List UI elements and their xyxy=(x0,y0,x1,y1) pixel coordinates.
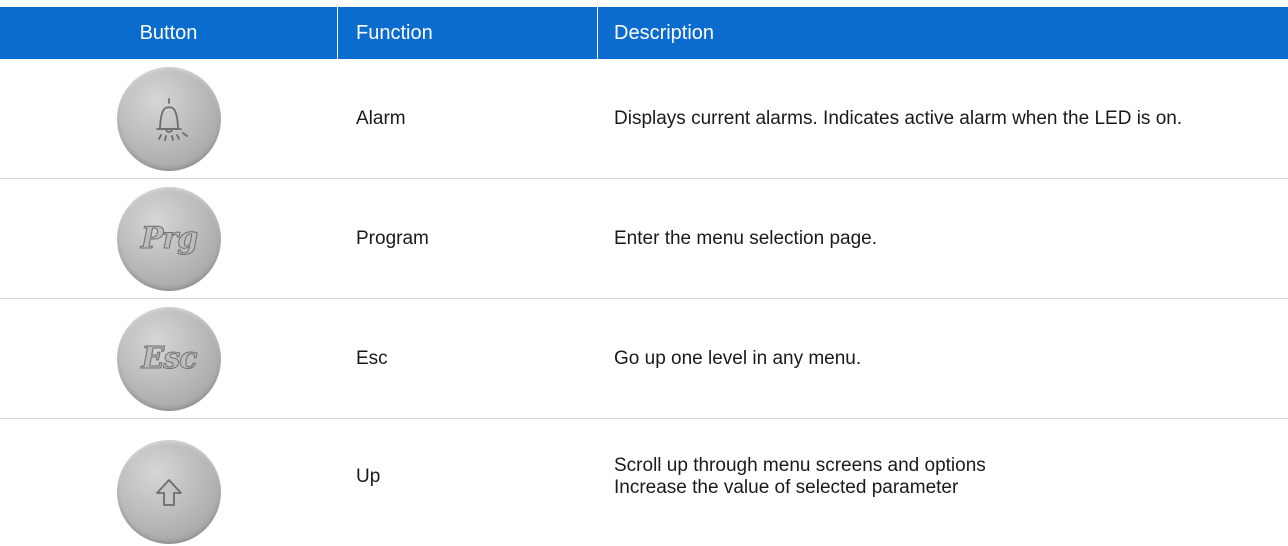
button-cell: Esc xyxy=(0,299,338,418)
description-text: Scroll up through menu screens and optio… xyxy=(614,455,986,499)
alarm-button xyxy=(117,66,221,171)
description-line-1: Scroll up through menu screens and optio… xyxy=(614,454,986,476)
function-cell: Up xyxy=(356,465,381,487)
up-button xyxy=(117,439,221,544)
description-cell: Displays current alarms. Indicates activ… xyxy=(598,59,1288,178)
function-cell: Esc xyxy=(356,347,388,369)
description-text: Displays current alarms. Indicates activ… xyxy=(614,107,1183,129)
header-button: Button xyxy=(0,7,338,59)
table-row-esc: Esc Esc Go up one level in any menu. xyxy=(0,299,1288,419)
button-cell: Prg xyxy=(0,179,338,298)
table-row-alarm: Alarm Displays current alarms. Indicates… xyxy=(0,59,1288,179)
description-text: Go up one level in any menu. xyxy=(614,347,862,369)
function-cell: Alarm xyxy=(356,107,406,129)
description-text: Enter the menu selection page. xyxy=(614,227,878,249)
prg-button: Prg xyxy=(117,186,221,291)
header-function: Function xyxy=(338,7,598,59)
bell-icon xyxy=(156,97,188,141)
esc-button: Esc xyxy=(117,306,221,411)
button-cell xyxy=(0,419,338,544)
prg-icon: Prg xyxy=(140,221,198,257)
function-cell: Program xyxy=(356,227,429,249)
button-function-table: Button Function Description Alarm Displa… xyxy=(0,7,1288,544)
table-row-program: Prg Program Enter the menu selection pag… xyxy=(0,179,1288,299)
table-header: Button Function Description xyxy=(0,7,1288,59)
button-cell xyxy=(0,59,338,178)
table-row-up: Up Scroll up through menu screens and op… xyxy=(0,419,1288,544)
arrow-up-icon xyxy=(156,478,182,506)
description-line-2: Increase the value of selected parameter xyxy=(614,476,959,498)
description-cell: Enter the menu selection page. xyxy=(598,179,1288,298)
header-description: Description xyxy=(614,21,715,44)
description-cell: Go up one level in any menu. xyxy=(598,299,1288,418)
description-cell: Scroll up through menu screens and optio… xyxy=(598,419,1288,534)
esc-icon: Esc xyxy=(141,341,198,377)
